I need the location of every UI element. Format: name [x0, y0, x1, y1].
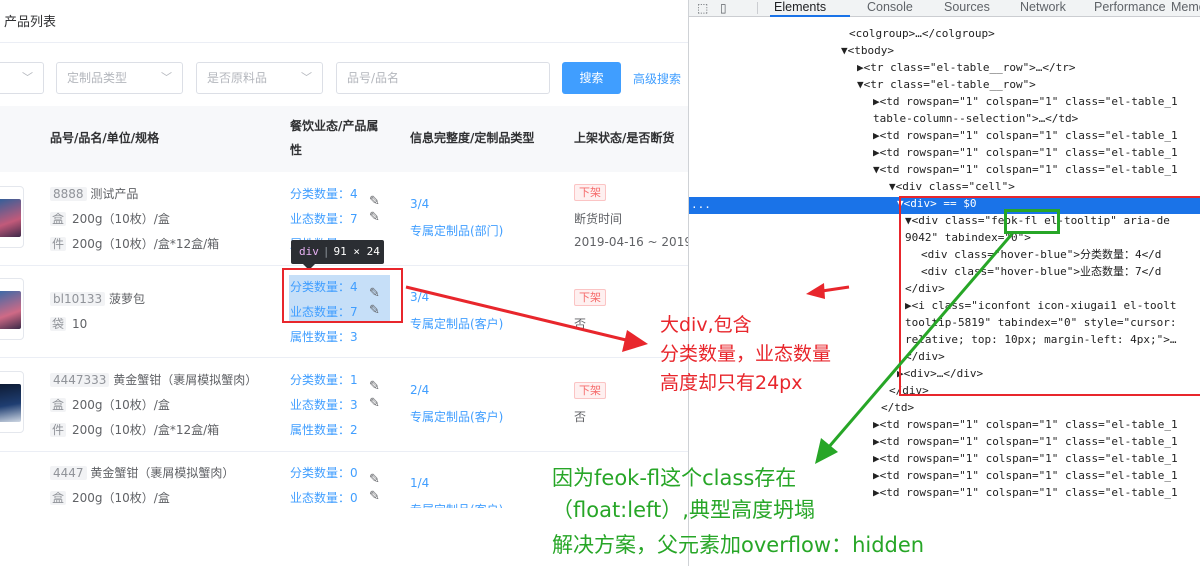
red-arrow-head — [806, 283, 825, 299]
annotation-red-2: 分类数量，业态数量 — [660, 343, 832, 365]
annotation-green-3: 解决方案，父元素加overflow：hidden — [552, 533, 925, 557]
annotation-green-2: （float:left）,典型高度坍塌 — [552, 498, 815, 522]
annotation-red-1: 大div,包含 — [660, 314, 752, 336]
green-arrow-line — [826, 233, 1014, 449]
annotation-red-3: 高度却只有24px — [660, 372, 803, 394]
red-arrow-short — [821, 285, 850, 293]
red-arrow-line — [405, 285, 627, 342]
red-arrow-head — [622, 330, 648, 352]
annotation-green-1: 因为feok-fl这个class存在 — [552, 466, 797, 490]
